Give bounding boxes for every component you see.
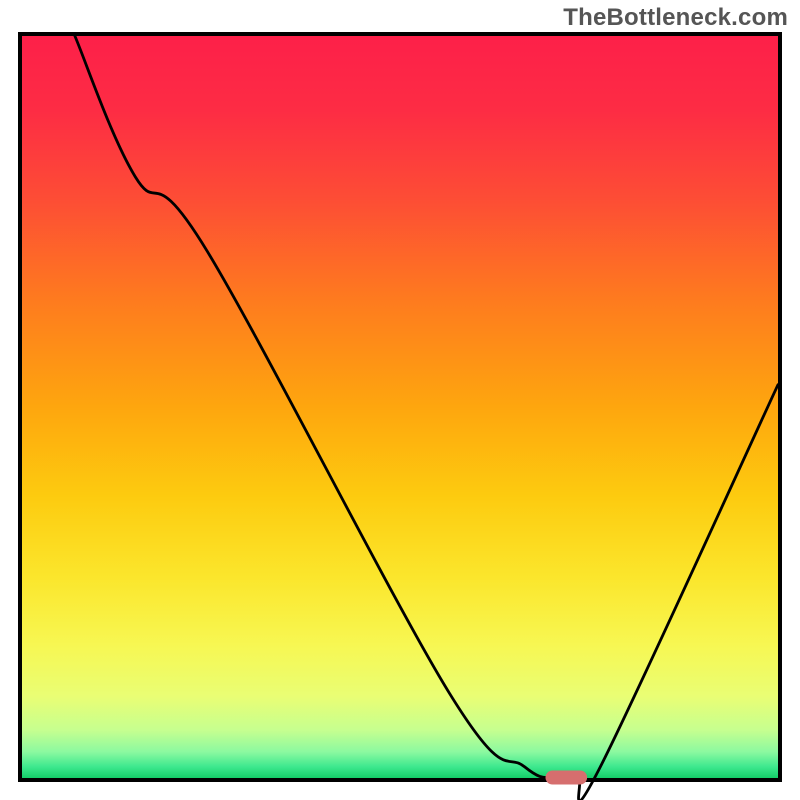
chart-overlay-svg [22,36,778,778]
bottleneck-curve-line [75,36,778,800]
chart-container: TheBottleneck.com [0,0,800,800]
chart-plot-area [18,32,782,782]
optimal-marker [546,771,588,785]
watermark-text: TheBottleneck.com [563,4,788,32]
